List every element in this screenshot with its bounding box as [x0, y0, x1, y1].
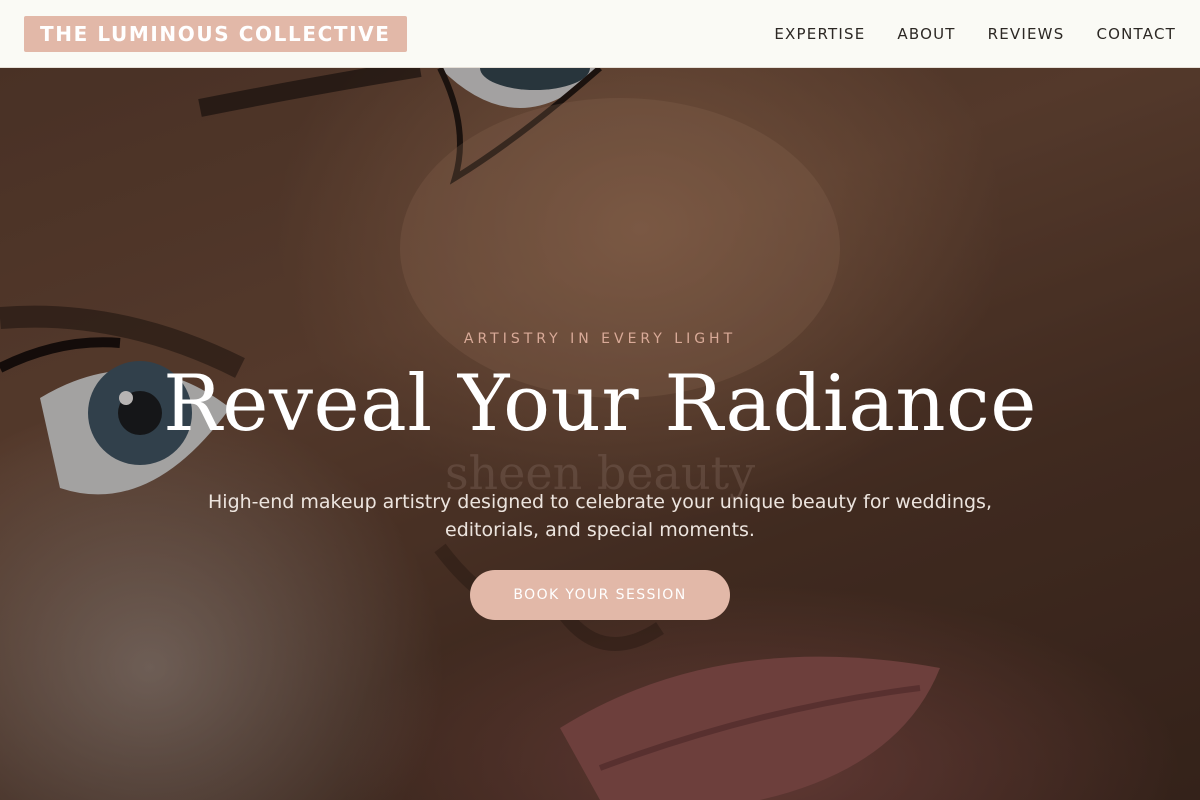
hero-section: ARTISTRY IN EVERY LIGHT sheen beauty Rev…	[0, 68, 1200, 800]
nav-link-expertise[interactable]: EXPERTISE	[774, 25, 865, 43]
hero-subtitle: High-end makeup artistry designed to cel…	[208, 491, 992, 541]
hero-content: ARTISTRY IN EVERY LIGHT sheen beauty Rev…	[0, 68, 1200, 800]
brand-logo[interactable]: THE LUMINOUS COLLECTIVE	[24, 16, 407, 52]
main-nav: EXPERTISE ABOUT REVIEWS CONTACT	[774, 0, 1176, 68]
nav-link-reviews[interactable]: REVIEWS	[988, 25, 1065, 43]
nav-link-contact[interactable]: CONTACT	[1096, 25, 1176, 43]
site-header: THE LUMINOUS COLLECTIVE EXPERTISE ABOUT …	[0, 0, 1200, 68]
nav-link-about[interactable]: ABOUT	[897, 25, 955, 43]
hero-eyebrow: ARTISTRY IN EVERY LIGHT	[463, 331, 737, 347]
book-session-button[interactable]: BOOK YOUR SESSION	[470, 570, 730, 620]
hero-headline: Reveal Your Radiance	[163, 359, 1037, 449]
